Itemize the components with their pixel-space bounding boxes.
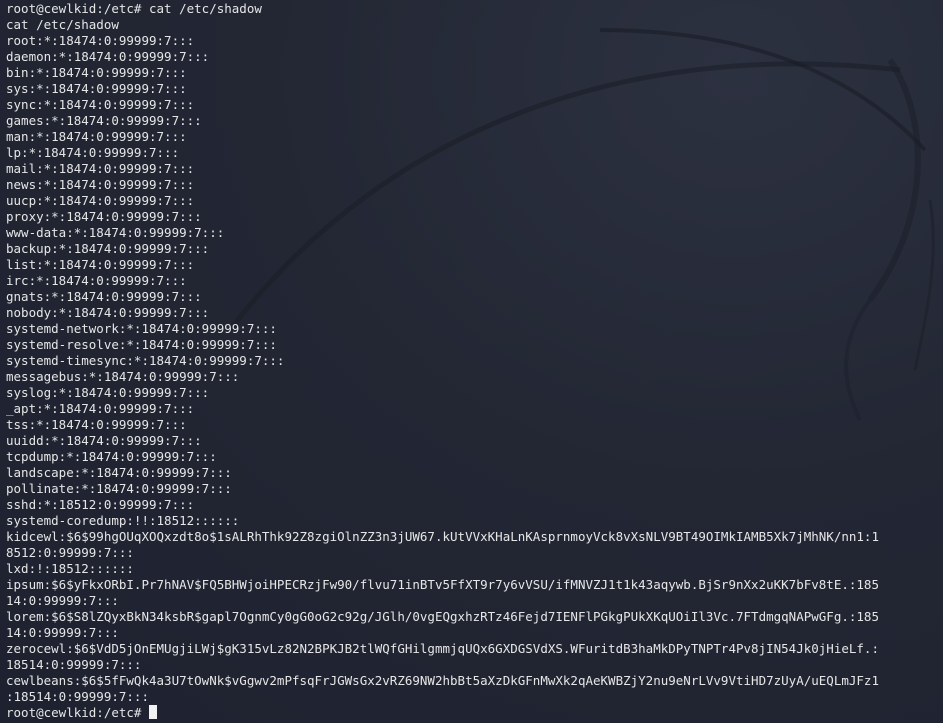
terminal-line: proxy:*:18474:0:99999:7:::: [6, 209, 202, 224]
prompt-line[interactable]: root@cewlkid:/etc#: [6, 705, 938, 721]
terminal-line: gnats:*:18474:0:99999:7:::: [6, 289, 202, 304]
terminal-line: mail:*:18474:0:99999:7:::: [6, 161, 195, 176]
terminal-line: systemd-coredump:!!:18512::::::: [6, 513, 240, 528]
terminal-line: news:*:18474:0:99999:7:::: [6, 177, 195, 192]
terminal-line: systemd-timesync:*:18474:0:99999:7:::: [6, 353, 285, 368]
terminal-line: sys:*:18474:0:99999:7:::: [6, 81, 187, 96]
terminal-line: backup:*:18474:0:99999:7:::: [6, 241, 210, 256]
terminal-line: lp:*:18474:0:99999:7:::: [6, 145, 180, 160]
terminal-line: uuidd:*:18474:0:99999:7:::: [6, 433, 202, 448]
terminal-line: cat /etc/shadow: [6, 17, 119, 32]
terminal-line: 8512:0:99999:7:::: [6, 545, 134, 560]
terminal-line: root:*:18474:0:99999:7:::: [6, 33, 195, 48]
terminal-line: pollinate:*:18474:0:99999:7:::: [6, 481, 232, 496]
terminal-line: sync:*:18474:0:99999:7:::: [6, 97, 195, 112]
terminal-line: irc:*:18474:0:99999:7:::: [6, 273, 187, 288]
terminal-line: zerocewl:$6$VdD5jOnEMUgjiLWj$gK315vLz82N…: [6, 641, 879, 656]
terminal-line: tcpdump:*:18474:0:99999:7:::: [6, 449, 217, 464]
terminal-line: lxd:!:18512::::::: [6, 561, 134, 576]
terminal-window[interactable]: root@cewlkid:/etc# cat /etc/shadow cat /e…: [0, 0, 943, 723]
terminal-line: 14:0:99999:7:::: [6, 625, 119, 640]
terminal-line: uucp:*:18474:0:99999:7:::: [6, 193, 195, 208]
terminal-line: _apt:*:18474:0:99999:7:::: [6, 401, 195, 416]
terminal-line: 14:0:99999:7:::: [6, 593, 119, 608]
terminal-line: :18514:0:99999:7:::: [6, 689, 149, 704]
terminal-line: messagebus:*:18474:0:99999:7:::: [6, 369, 240, 384]
terminal-line: games:*:18474:0:99999:7:::: [6, 113, 202, 128]
terminal-line: kidcewl:$6$99hgOUqXOQxzdt8o$1sALRhThk92Z…: [6, 529, 879, 544]
terminal-line: ipsum:$6$yFkxORbI.Pr7hNAV$FQ5BHWjoiHPECR…: [6, 577, 879, 592]
terminal-line: bin:*:18474:0:99999:7:::: [6, 65, 187, 80]
terminal-output: root@cewlkid:/etc# cat /etc/shadow cat /e…: [6, 1, 938, 721]
terminal-line: list:*:18474:0:99999:7:::: [6, 257, 195, 272]
terminal-line: man:*:18474:0:99999:7:::: [6, 129, 187, 144]
shell-prompt: root@cewlkid:/etc#: [6, 705, 149, 720]
terminal-line: root@cewlkid:/etc# cat /etc/shadow: [6, 1, 262, 16]
terminal-line: landscape:*:18474:0:99999:7:::: [6, 465, 232, 480]
terminal-line: daemon:*:18474:0:99999:7:::: [6, 49, 210, 64]
terminal-line: cewlbeans:$6$5fFwQk4a3U7tOwNk$vGgwv2mPfs…: [6, 673, 879, 688]
terminal-line: syslog:*:18474:0:99999:7:::: [6, 385, 210, 400]
terminal-line: sshd:*:18512:0:99999:7:::: [6, 497, 195, 512]
terminal-line: www-data:*:18474:0:99999:7:::: [6, 225, 225, 240]
terminal-line: systemd-resolve:*:18474:0:99999:7:::: [6, 337, 277, 352]
terminal-line: 18514:0:99999:7:::: [6, 657, 142, 672]
terminal-line: lorem:$6$S8lZQyxBkN34ksbR$gapl7OgnmCy0gG…: [6, 609, 879, 624]
block-cursor-icon: [149, 705, 157, 719]
terminal-line: systemd-network:*:18474:0:99999:7:::: [6, 321, 277, 336]
terminal-line: tss:*:18474:0:99999:7:::: [6, 417, 187, 432]
terminal-line: nobody:*:18474:0:99999:7:::: [6, 305, 210, 320]
